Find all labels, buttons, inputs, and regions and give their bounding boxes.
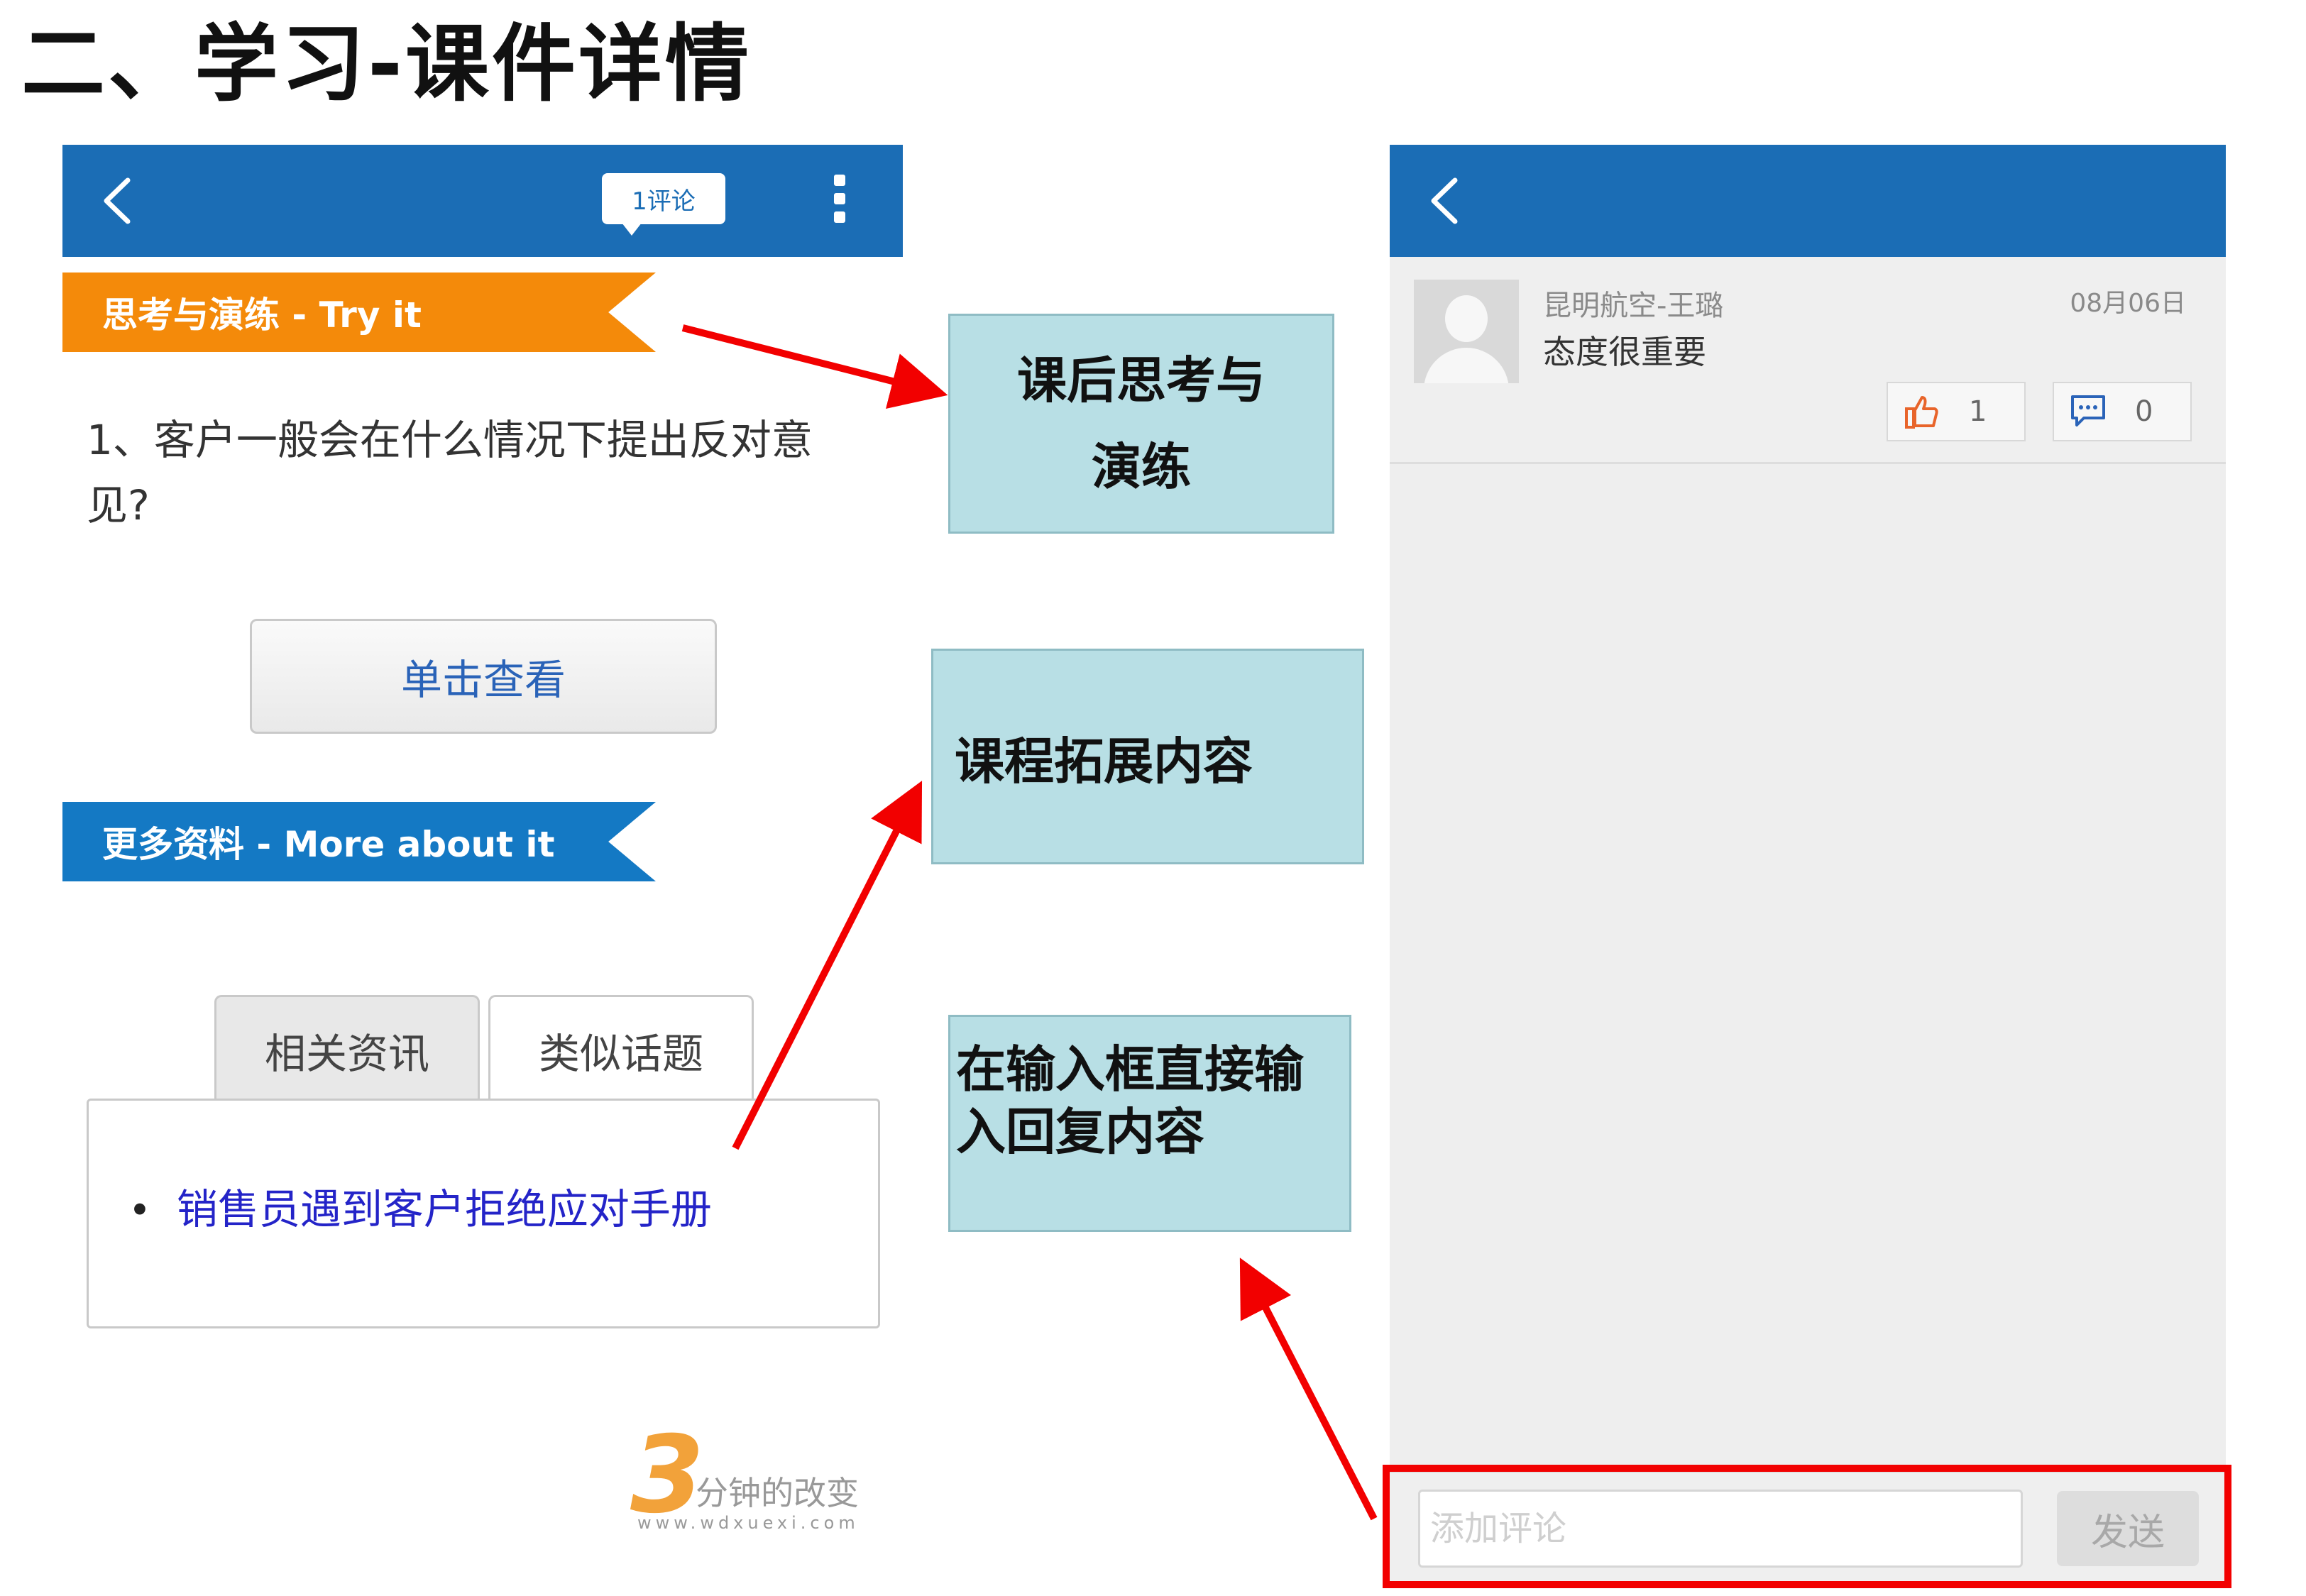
send-button[interactable]: 发送 — [2057, 1491, 2199, 1566]
user-avatar-icon — [1414, 280, 1519, 383]
resource-link[interactable]: 销售员遇到客户拒绝应对手册 — [128, 1176, 712, 1235]
like-count: 1 — [1969, 395, 1987, 428]
callout-1-line-2: 演练 — [1092, 438, 1191, 496]
brand-watermark-logo: 3 分钟的改变 www.wdxuexi.com — [630, 1422, 900, 1536]
watermark-name: 分钟的改变 — [696, 1474, 859, 1512]
question-line-1: 1、客户一般会在什么情况下提出反对意 — [87, 416, 813, 464]
comments-screen: 昆明航空-王璐 08月06日 态度很重要 1 0 发送 — [1390, 145, 2226, 1585]
comment-item: 昆明航空-王璐 08月06日 态度很重要 1 0 — [1390, 257, 2226, 464]
arrow-to-callout-3 — [1239, 1257, 1378, 1521]
callout-3-line-1: 在输入框直接输 — [956, 1040, 1304, 1099]
question-line-2: 见? — [87, 481, 150, 529]
back-arrow-icon[interactable] — [1424, 175, 1466, 227]
comment-input[interactable] — [1418, 1490, 2023, 1568]
comment-bubble-icon — [2071, 395, 2105, 426]
callout-after-class-practice: 课后思考与 演练 — [948, 314, 1334, 534]
callout-course-extension: 课程拓展内容 — [931, 649, 1364, 864]
tab-related-news[interactable]: 相关资讯 — [214, 995, 480, 1103]
like-button[interactable]: 1 — [1887, 382, 2026, 441]
comment-text: 态度很重要 — [1543, 333, 1706, 371]
courseware-detail-screen: 1评论 思考与演练 - Try it 1、客户一般会在什么情况下提出反对意 见?… — [62, 145, 903, 1550]
more-vertical-icon[interactable] — [829, 170, 850, 231]
callout-1-line-1: 课后思考与 — [1017, 351, 1265, 409]
callout-input-reply: 在输入框直接输 入回复内容 — [948, 1015, 1351, 1232]
callout-3-line-2: 入回复内容 — [956, 1103, 1204, 1161]
top-nav-bar: 1评论 — [62, 145, 903, 257]
resource-list: 销售员遇到客户拒绝应对手册 — [128, 1176, 712, 1235]
tab-panel: 销售员遇到客户拒绝应对手册 — [87, 1099, 880, 1328]
reply-button[interactable]: 0 — [2053, 382, 2192, 441]
back-arrow-icon[interactable] — [97, 175, 139, 227]
question-text: 1、客户一般会在什么情况下提出反对意 见? — [87, 407, 882, 538]
comment-author: 昆明航空-王璐 — [1543, 290, 1724, 322]
tab-similar-topics[interactable]: 类似话题 — [488, 995, 754, 1103]
section-banner-more-about: 更多资料 - More about it — [62, 802, 656, 881]
top-nav-bar-comments — [1390, 145, 2226, 257]
comment-input-bar: 发送 — [1390, 1470, 2226, 1583]
slide-title: 二、学习-课件详情 — [21, 15, 752, 113]
comment-count-button[interactable]: 1评论 — [602, 173, 725, 236]
comment-date: 08月06日 — [2070, 289, 2186, 318]
view-answer-button[interactable]: 单击查看 — [250, 619, 717, 734]
thumbs-up-icon — [1905, 396, 1938, 429]
section-banner-try-it: 思考与演练 - Try it — [62, 273, 656, 352]
watermark-url: www.wdxuexi.com — [637, 1513, 860, 1533]
reply-count: 0 — [2135, 395, 2153, 428]
